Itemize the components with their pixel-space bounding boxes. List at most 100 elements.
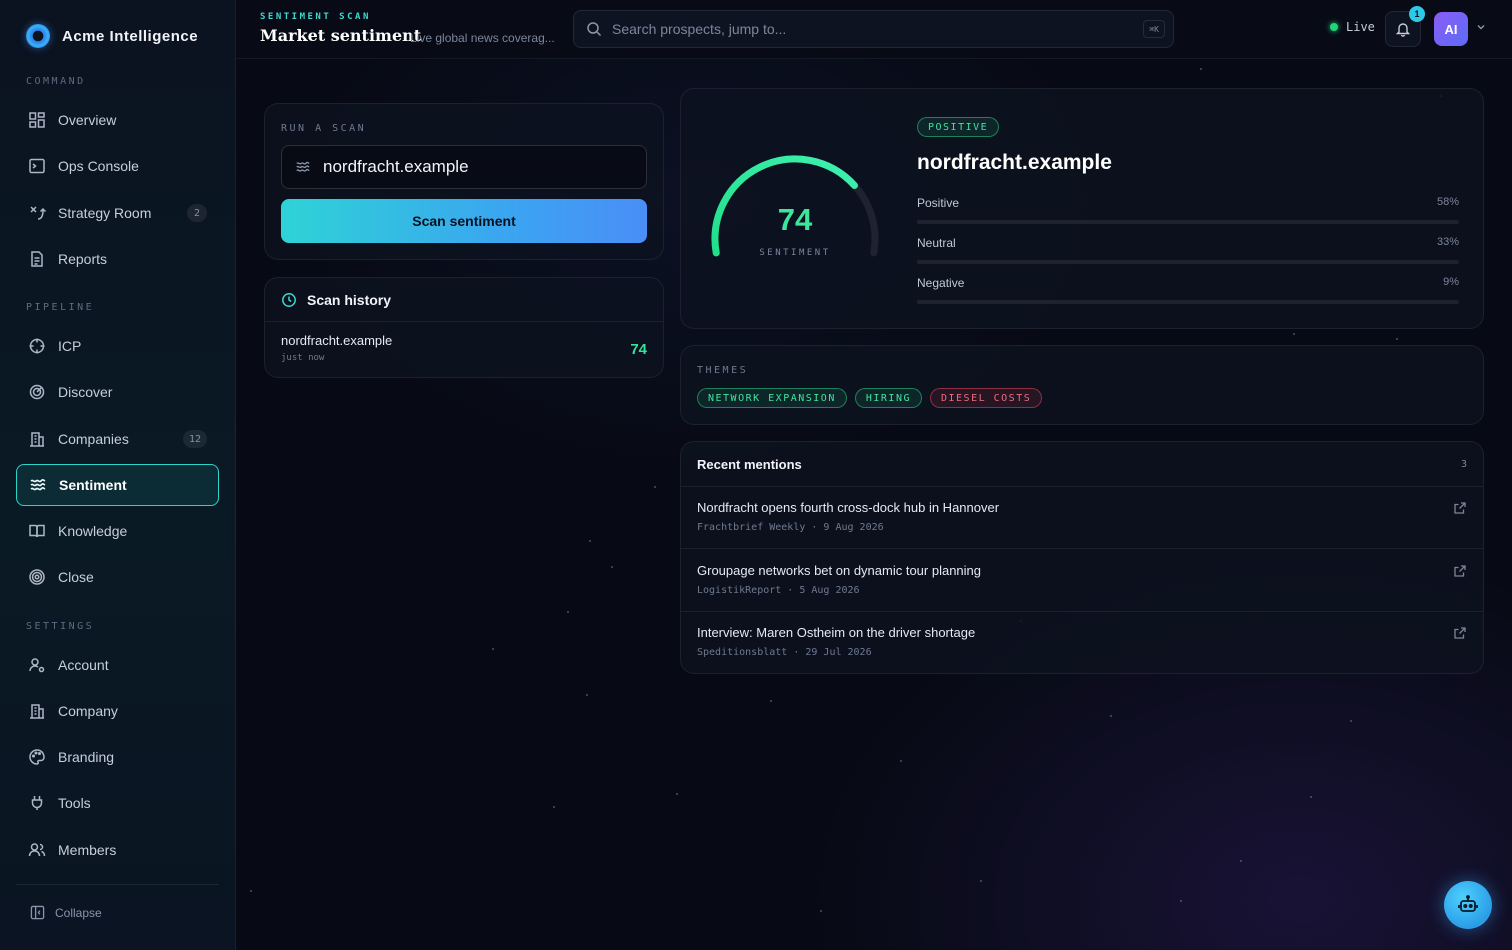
brand[interactable]: Acme Intelligence — [26, 24, 198, 48]
star-dot — [1110, 715, 1112, 717]
mention-item[interactable]: Nordfracht opens fourth cross-dock hub i… — [681, 487, 1483, 549]
search-input[interactable] — [612, 21, 1134, 37]
external-link-icon[interactable] — [1453, 626, 1467, 640]
sidebar-item-close[interactable]: Close — [16, 556, 219, 598]
external-link-icon[interactable] — [1453, 501, 1467, 515]
star-dot — [1350, 720, 1352, 722]
sidebar-item-account[interactable]: Account — [16, 644, 219, 686]
star-dot — [900, 760, 902, 762]
star-dot — [676, 793, 678, 795]
history-domain: nordfracht.example — [281, 333, 393, 348]
themes-label: THEMES — [697, 365, 749, 376]
sidebar-item-ops-console[interactable]: Ops Console — [16, 145, 219, 187]
live-indicator: Live — [1330, 20, 1375, 34]
run-scan-card: RUN A SCAN Scan sentiment — [264, 103, 664, 260]
theme-tag[interactable]: NETWORK EXPANSION — [697, 388, 847, 408]
sidebar-item-company[interactable]: Company — [16, 690, 219, 732]
breakdown-neutral: Neutral 33% — [917, 236, 1459, 264]
mention-item[interactable]: Interview: Maren Ostheim on the driver s… — [681, 612, 1483, 673]
recent-mentions-card: Recent mentions 3 Nordfracht opens fourt… — [680, 441, 1484, 674]
building-icon — [30, 704, 44, 719]
theme-tag[interactable]: HIRING — [854, 388, 922, 408]
sidebar-item-tools[interactable]: Tools — [16, 782, 219, 824]
building-icon — [30, 432, 44, 447]
sidebar-item-branding[interactable]: Branding — [16, 736, 219, 778]
sidebar-item-label: ICP — [58, 338, 82, 354]
sidebar-item-label: Ops Console — [58, 158, 139, 174]
section-label-settings: SETTINGS — [26, 621, 95, 632]
mention-meta: Frachtbrief Weekly · 9 Aug 2026 — [697, 522, 884, 533]
radar-icon — [29, 384, 45, 400]
sidebar-item-icp[interactable]: ICP — [16, 325, 219, 367]
themes-card: THEMES NETWORK EXPANSION HIRING DIESEL C… — [680, 345, 1484, 425]
sidebar-item-label: Account — [58, 657, 109, 673]
clock-icon — [282, 292, 296, 307]
scan-sentiment-button[interactable]: Scan sentiment — [281, 199, 647, 243]
section-label-pipeline: PIPELINE — [26, 302, 95, 313]
sidebar: Acme Intelligence COMMAND Overview Ops C… — [0, 0, 236, 950]
sidebar-item-label: Overview — [58, 112, 117, 128]
history-score: 74 — [630, 341, 647, 358]
notification-count-badge: 1 — [1409, 6, 1425, 22]
star-dot — [1180, 900, 1182, 902]
sidebar-item-overview[interactable]: Overview — [16, 99, 219, 141]
star-dot — [980, 880, 982, 882]
brand-name: Acme Intelligence — [62, 27, 199, 45]
sidebar-item-reports[interactable]: Reports — [16, 238, 219, 280]
users-icon — [28, 843, 46, 857]
star-dot — [1293, 333, 1295, 335]
star-dot — [1310, 796, 1312, 798]
waves-icon — [296, 161, 310, 172]
sidebar-item-sentiment[interactable]: Sentiment — [16, 464, 219, 506]
breakdown-pct: 33% — [1436, 236, 1459, 248]
document-icon — [31, 251, 43, 267]
sidebar-item-label: Members — [58, 842, 117, 858]
breakdown-positive: Positive 58% — [917, 196, 1459, 224]
themes-list: NETWORK EXPANSION HIRING DIESEL COSTS — [697, 388, 1043, 408]
terminal-icon — [29, 158, 45, 174]
sidebar-item-strategy-room[interactable]: Strategy Room 2 — [16, 192, 219, 234]
mention-title: Nordfracht opens fourth cross-dock hub i… — [697, 500, 1000, 515]
sidebar-item-companies[interactable]: Companies 12 — [16, 418, 219, 460]
sidebar-item-members[interactable]: Members — [16, 829, 219, 871]
run-scan-label: RUN A SCAN — [281, 123, 367, 134]
live-dot-icon — [1330, 23, 1338, 31]
star-dot — [654, 486, 656, 488]
sidebar-item-label: Strategy Room — [58, 205, 152, 221]
collapse-button[interactable]: Collapse — [30, 905, 102, 920]
global-search[interactable]: ⌘K — [573, 10, 1174, 48]
breakdown-track — [917, 260, 1459, 264]
scan-domain-field[interactable] — [281, 145, 647, 189]
badge-count: 12 — [182, 430, 207, 448]
notifications-button[interactable]: 1 — [1385, 6, 1425, 47]
collapse-label: Collapse — [55, 905, 102, 920]
sidebar-item-discover[interactable]: Discover — [16, 371, 219, 413]
scan-history-card: Scan history nordfracht.example just now… — [264, 277, 664, 378]
sidebar-item-label: Knowledge — [58, 523, 128, 539]
live-label: Live — [1346, 20, 1375, 34]
external-link-icon[interactable] — [1453, 564, 1467, 578]
brand-logo-icon — [26, 24, 50, 48]
chevron-down-icon[interactable] — [1476, 22, 1486, 32]
assistant-bot-button[interactable] — [1444, 881, 1492, 929]
sentiment-score-label: SENTIMENT — [759, 248, 831, 258]
sidebar-item-label: Tools — [58, 795, 91, 811]
mention-item[interactable]: Groupage networks bet on dynamic tour pl… — [681, 550, 1483, 612]
search-shortcut: ⌘K — [1143, 20, 1165, 38]
scan-domain-input[interactable] — [323, 157, 646, 177]
theme-tag[interactable]: DIESEL COSTS — [929, 388, 1043, 408]
history-item[interactable]: nordfracht.example just now 74 — [281, 333, 647, 363]
sentiment-status-badge: POSITIVE — [917, 117, 1000, 137]
sidebar-item-label: Sentiment — [59, 477, 127, 493]
user-avatar[interactable]: AI — [1434, 12, 1468, 46]
breakdown-label: Neutral — [917, 236, 956, 250]
sidebar-item-knowledge[interactable]: Knowledge — [16, 510, 219, 552]
page-eyebrow: SENTIMENT SCAN — [260, 12, 371, 22]
result-domain: nordfracht.example — [917, 151, 1112, 174]
sidebar-item-label: Close — [58, 569, 94, 585]
bell-icon — [1395, 23, 1411, 37]
book-icon — [29, 524, 45, 538]
collapse-sidebar-icon — [30, 905, 45, 920]
target-icon — [29, 569, 45, 585]
star-dot — [553, 806, 555, 808]
